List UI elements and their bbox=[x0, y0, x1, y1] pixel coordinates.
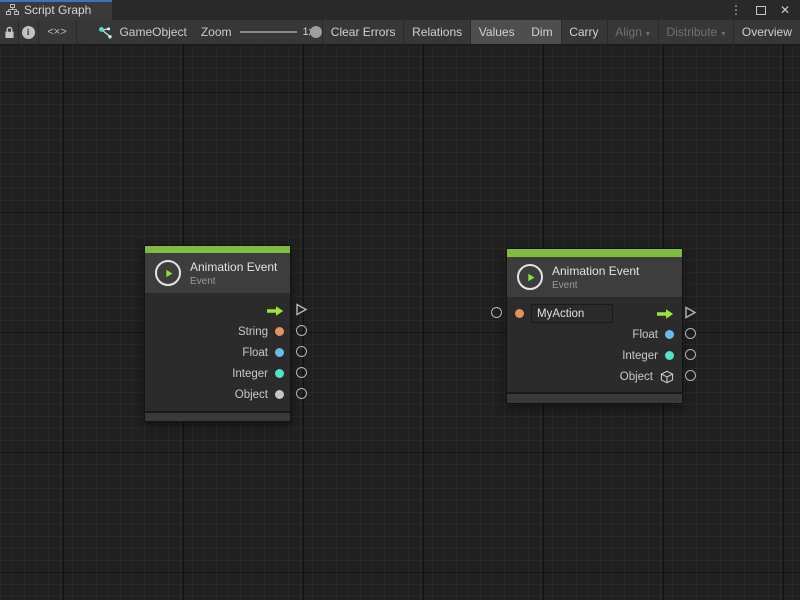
port-label: Float bbox=[242, 347, 268, 359]
zoom-slider[interactable] bbox=[240, 31, 297, 33]
dim-toggle[interactable]: Dim bbox=[523, 20, 560, 44]
close-icon[interactable]: ✕ bbox=[780, 3, 790, 17]
chevron-down-icon: ▾ bbox=[721, 29, 725, 38]
graph-canvas[interactable]: Animation Event Event String Float bbox=[0, 45, 800, 600]
window-controls: ⋮ ✕ bbox=[730, 0, 800, 20]
node-body: String Float Integer Object bbox=[145, 293, 290, 411]
object-output-connector[interactable] bbox=[296, 388, 307, 399]
flow-output-row[interactable] bbox=[145, 300, 290, 321]
tab-bar: Script Graph ⋮ ✕ bbox=[0, 0, 800, 20]
float-port-icon bbox=[665, 330, 674, 339]
port-label: String bbox=[238, 326, 268, 338]
port-row-object[interactable]: Object bbox=[145, 384, 290, 405]
port-row-integer[interactable]: Integer bbox=[507, 345, 682, 366]
node-box[interactable]: Animation Event Event Float bbox=[506, 248, 683, 404]
carry-toggle[interactable]: Carry bbox=[561, 20, 606, 44]
object-output-connector[interactable] bbox=[685, 370, 696, 381]
code-icon: <×> bbox=[47, 26, 66, 38]
integer-output-connector[interactable] bbox=[685, 349, 696, 360]
inspect-button[interactable]: i bbox=[19, 20, 38, 44]
node-accent-bar bbox=[145, 246, 290, 253]
graph-target-label: GameObject bbox=[119, 25, 186, 39]
event-play-icon bbox=[155, 260, 181, 286]
float-port-icon bbox=[275, 348, 284, 357]
port-label: Object bbox=[620, 371, 653, 383]
node-animation-event-1: Animation Event Event String Float bbox=[144, 245, 291, 422]
node-accent-bar bbox=[507, 249, 682, 257]
active-tab-accent bbox=[0, 0, 112, 2]
integer-port-icon bbox=[665, 351, 674, 360]
port-label: Integer bbox=[622, 350, 658, 362]
integer-port-icon bbox=[275, 369, 284, 378]
tab-title: Script Graph bbox=[24, 3, 91, 17]
graph-toolbar: i <×> GameObject Zoom 1x Clear Errors Re… bbox=[0, 20, 800, 45]
toolbar-separator bbox=[76, 20, 77, 44]
chevron-down-icon: ▾ bbox=[646, 29, 650, 38]
port-row-object[interactable]: Object bbox=[507, 366, 682, 387]
align-dropdown[interactable]: Align ▾ bbox=[607, 20, 658, 44]
node-animation-event-2: Animation Event Event Float bbox=[506, 248, 683, 404]
overview-button[interactable]: Overview bbox=[734, 20, 800, 44]
float-output-connector[interactable] bbox=[296, 346, 307, 357]
tab-script-graph[interactable]: Script Graph bbox=[0, 0, 112, 20]
port-label: Object bbox=[235, 389, 268, 401]
distribute-label: Distribute bbox=[667, 25, 718, 39]
float-output-connector[interactable] bbox=[685, 328, 696, 339]
maximize-icon[interactable] bbox=[756, 6, 766, 15]
distribute-dropdown[interactable]: Distribute ▾ bbox=[659, 20, 734, 44]
lock-icon bbox=[4, 26, 15, 39]
flow-output-connector[interactable] bbox=[295, 303, 308, 321]
string-input-port-icon bbox=[515, 309, 524, 318]
lock-button[interactable] bbox=[0, 20, 18, 44]
game-object-icon bbox=[98, 26, 113, 39]
event-play-icon bbox=[517, 264, 543, 290]
string-output-connector[interactable] bbox=[296, 325, 307, 336]
flow-arrow-icon bbox=[267, 305, 284, 317]
port-row-string[interactable]: String bbox=[145, 321, 290, 342]
node-header[interactable]: Animation Event Event bbox=[145, 253, 290, 293]
cube-icon bbox=[660, 370, 674, 384]
flow-arrow-icon bbox=[657, 308, 674, 320]
zoom-label: Zoom bbox=[201, 25, 232, 39]
relations-button[interactable]: Relations bbox=[404, 20, 470, 44]
event-name-input-row[interactable] bbox=[507, 303, 682, 324]
node-title: Animation Event bbox=[190, 260, 277, 274]
graph-target[interactable]: GameObject bbox=[98, 20, 186, 44]
window-menu-icon[interactable]: ⋮ bbox=[730, 3, 742, 17]
values-toggle[interactable]: Values bbox=[471, 20, 523, 44]
info-icon: i bbox=[22, 26, 35, 39]
event-name-field[interactable] bbox=[531, 304, 613, 323]
node-header[interactable]: Animation Event Event bbox=[507, 257, 682, 297]
port-row-float[interactable]: Float bbox=[145, 342, 290, 363]
port-row-float[interactable]: Float bbox=[507, 324, 682, 345]
node-subtitle: Event bbox=[190, 276, 277, 287]
port-row-integer[interactable]: Integer bbox=[145, 363, 290, 384]
script-graph-icon bbox=[6, 4, 19, 16]
node-box[interactable]: Animation Event Event String Float bbox=[144, 245, 291, 422]
node-body: Float Integer Object bbox=[507, 297, 682, 392]
port-label: Float bbox=[632, 329, 658, 341]
node-footer bbox=[145, 411, 290, 421]
clear-errors-button[interactable]: Clear Errors bbox=[323, 20, 404, 44]
code-preview-button[interactable]: <×> bbox=[38, 20, 76, 44]
object-port-icon bbox=[275, 390, 284, 399]
zoom-slider-handle[interactable] bbox=[310, 26, 322, 38]
name-input-connector[interactable] bbox=[491, 307, 502, 318]
node-subtitle: Event bbox=[552, 280, 639, 291]
string-port-icon bbox=[275, 327, 284, 336]
tab-bar-spacer bbox=[112, 0, 730, 20]
node-title: Animation Event bbox=[552, 264, 639, 278]
integer-output-connector[interactable] bbox=[296, 367, 307, 378]
flow-output-connector[interactable] bbox=[684, 306, 697, 324]
port-label: Integer bbox=[232, 368, 268, 380]
align-label: Align bbox=[615, 25, 642, 39]
node-footer bbox=[507, 392, 682, 403]
